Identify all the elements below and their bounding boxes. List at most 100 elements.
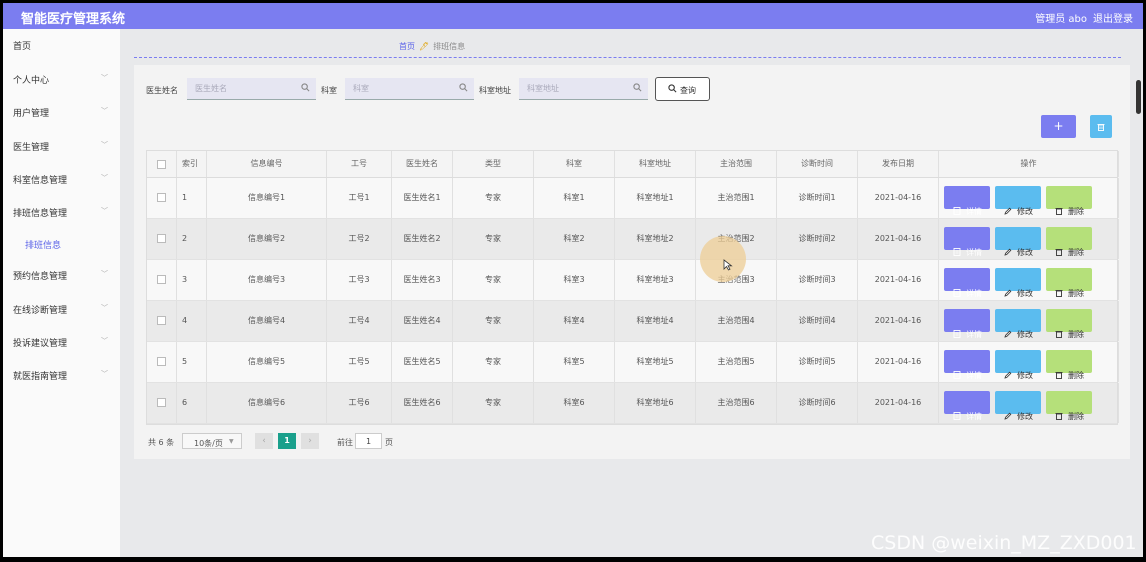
dept-address-input[interactable] bbox=[519, 78, 648, 100]
dept-input[interactable] bbox=[345, 78, 474, 100]
sidebar-item[interactable]: 排班信息管理 ﹀ bbox=[3, 202, 120, 222]
delete-button-label: 删除 bbox=[1068, 412, 1084, 421]
table-cell: 医生姓名4 bbox=[392, 301, 453, 341]
dept-label: 科室 bbox=[321, 86, 337, 95]
edit-button[interactable]: 修改 bbox=[995, 227, 1041, 257]
sidebar-item[interactable]: 在线诊断管理 ﹀ bbox=[3, 299, 120, 319]
edit-button-label: 修改 bbox=[1017, 207, 1033, 216]
goto-page-input[interactable] bbox=[355, 433, 382, 449]
next-page-button[interactable]: › bbox=[301, 433, 319, 449]
trash-icon bbox=[1055, 275, 1063, 300]
table-cell: 专家 bbox=[453, 260, 534, 300]
edit-button-label: 修改 bbox=[1017, 289, 1033, 298]
column-header: 工号 bbox=[327, 151, 392, 177]
column-header: 索引 bbox=[177, 151, 207, 177]
prev-page-button[interactable]: ‹ bbox=[255, 433, 273, 449]
delete-button[interactable]: 删除 bbox=[1046, 268, 1092, 298]
breadcrumb-current: 排班信息 bbox=[433, 42, 466, 51]
query-button[interactable]: 查询 bbox=[655, 77, 710, 101]
edit-button[interactable]: 修改 bbox=[995, 350, 1041, 380]
detail-button[interactable]: 详情 bbox=[944, 227, 990, 257]
edit-button[interactable]: 修改 bbox=[995, 309, 1041, 339]
sidebar-item[interactable]: 医生管理 ﹀ bbox=[3, 136, 120, 156]
detail-button-label: 详情 bbox=[966, 371, 982, 380]
schedule-table: 索引 信息编号 工号 医生姓名 类型 科室 科室地址 主治范围 诊断时间 发布日期 操作 1 信息编号… bbox=[146, 150, 1119, 425]
trash-icon bbox=[1055, 193, 1063, 218]
detail-button[interactable]: 详情 bbox=[944, 186, 990, 216]
table-cell: 信息编号5 bbox=[207, 342, 327, 382]
row-checkbox[interactable] bbox=[157, 316, 166, 325]
row-checkbox-cell bbox=[147, 260, 177, 300]
sidebar-item-label: 预约信息管理 bbox=[13, 272, 68, 282]
detail-button[interactable]: 详情 bbox=[944, 268, 990, 298]
sidebar-item[interactable]: 首页 bbox=[3, 35, 120, 55]
pencil-icon bbox=[1004, 234, 1012, 259]
add-button[interactable]: + bbox=[1041, 115, 1076, 138]
detail-button-label: 详情 bbox=[966, 330, 982, 339]
delete-button[interactable]: 删除 bbox=[1046, 309, 1092, 339]
row-checkbox-cell bbox=[147, 219, 177, 259]
chevron-down-icon: ﹀ bbox=[101, 141, 108, 149]
edit-button-label: 修改 bbox=[1017, 371, 1033, 380]
detail-button-label: 详情 bbox=[966, 248, 982, 257]
table-cell: 6 bbox=[177, 383, 207, 423]
edit-button[interactable]: 修改 bbox=[995, 391, 1041, 421]
row-checkbox-cell bbox=[147, 383, 177, 423]
table-cell: 科室地址6 bbox=[615, 383, 696, 423]
column-header: 科室 bbox=[534, 151, 615, 177]
row-checkbox[interactable] bbox=[157, 357, 166, 366]
sidebar-item[interactable]: 预约信息管理 ﹀ bbox=[3, 265, 120, 285]
sidebar-item[interactable]: 用户管理 ﹀ bbox=[3, 102, 120, 122]
watermark: CSDN @weixin_MZ_ZXD001 bbox=[871, 532, 1137, 554]
chevron-down-icon: ﹀ bbox=[101, 74, 108, 82]
detail-button[interactable]: 详情 bbox=[944, 350, 990, 380]
row-checkbox[interactable] bbox=[157, 234, 166, 243]
detail-button[interactable]: 详情 bbox=[944, 309, 990, 339]
table-cell: 3 bbox=[177, 260, 207, 300]
delete-button[interactable]: 删除 bbox=[1046, 350, 1092, 380]
sidebar-item[interactable]: 科室信息管理 ﹀ bbox=[3, 169, 120, 189]
detail-button[interactable]: 详情 bbox=[944, 391, 990, 421]
table-row: 3 信息编号3 工号3 医生姓名3 专家 科室3 科室地址3 主治范围3 诊断时间3 2021-0… bbox=[147, 260, 1119, 301]
table-row: 1 信息编号1 工号1 医生姓名1 专家 科室1 科室地址1 主治范围1 诊断时间1 2021-0… bbox=[147, 178, 1119, 219]
row-checkbox-cell bbox=[147, 342, 177, 382]
delete-button-label: 删除 bbox=[1068, 330, 1084, 339]
row-checkbox[interactable] bbox=[157, 160, 166, 169]
table-cell: 5 bbox=[177, 342, 207, 382]
column-header: 发布日期 bbox=[858, 151, 939, 177]
column-header: 科室地址 bbox=[615, 151, 696, 177]
sidebar-subitem[interactable]: 排班信息 bbox=[3, 234, 120, 254]
table-cell: 诊断时间5 bbox=[777, 342, 858, 382]
doctor-name-input[interactable] bbox=[187, 78, 316, 100]
sidebar-item[interactable]: 就医指南管理 ﹀ bbox=[3, 365, 120, 385]
page-size-select[interactable]: 10条/页 ▼ bbox=[182, 433, 242, 449]
row-checkbox[interactable] bbox=[157, 398, 166, 407]
trash-icon bbox=[1097, 124, 1105, 131]
table-cell: 诊断时间4 bbox=[777, 301, 858, 341]
table-cell: 科室3 bbox=[534, 260, 615, 300]
sidebar-item[interactable]: 投诉建议管理 ﹀ bbox=[3, 332, 120, 352]
edit-button[interactable]: 修改 bbox=[995, 186, 1041, 216]
logout-link[interactable]: 退出登录 bbox=[1093, 10, 1133, 25]
goto-label: 前往 bbox=[337, 438, 353, 447]
page-number-current[interactable]: 1 bbox=[278, 433, 296, 449]
table-row: 4 信息编号4 工号4 医生姓名4 专家 科室4 科室地址4 主治范围4 诊断时间4 2021-0… bbox=[147, 301, 1119, 342]
chevron-down-icon: ﹀ bbox=[101, 337, 108, 345]
search-icon bbox=[301, 83, 310, 92]
delete-button[interactable]: 删除 bbox=[1046, 391, 1092, 421]
delete-button[interactable]: 删除 bbox=[1046, 227, 1092, 257]
sidebar-item[interactable]: 个人中心 ﹀ bbox=[3, 69, 120, 89]
delete-button[interactable]: 删除 bbox=[1046, 186, 1092, 216]
scrollbar[interactable] bbox=[1136, 80, 1141, 114]
doc-icon bbox=[953, 398, 961, 423]
table-cell: 科室地址4 bbox=[615, 301, 696, 341]
app-window: 智能医疗管理系统 管理员 abo 退出登录 首页 个人中心 ﹀ 用户管理 ﹀ 医生管理 ﹀ 科… bbox=[3, 3, 1143, 557]
row-checkbox[interactable] bbox=[157, 193, 166, 202]
edit-button[interactable]: 修改 bbox=[995, 268, 1041, 298]
page-size-value: 10条/页 bbox=[194, 439, 223, 448]
sidebar-item-label: 排班信息管理 bbox=[13, 209, 68, 219]
batch-delete-button[interactable] bbox=[1090, 115, 1112, 138]
row-checkbox[interactable] bbox=[157, 275, 166, 284]
breadcrumb-home[interactable]: 首页 bbox=[399, 42, 415, 51]
delete-button-label: 删除 bbox=[1068, 289, 1084, 298]
